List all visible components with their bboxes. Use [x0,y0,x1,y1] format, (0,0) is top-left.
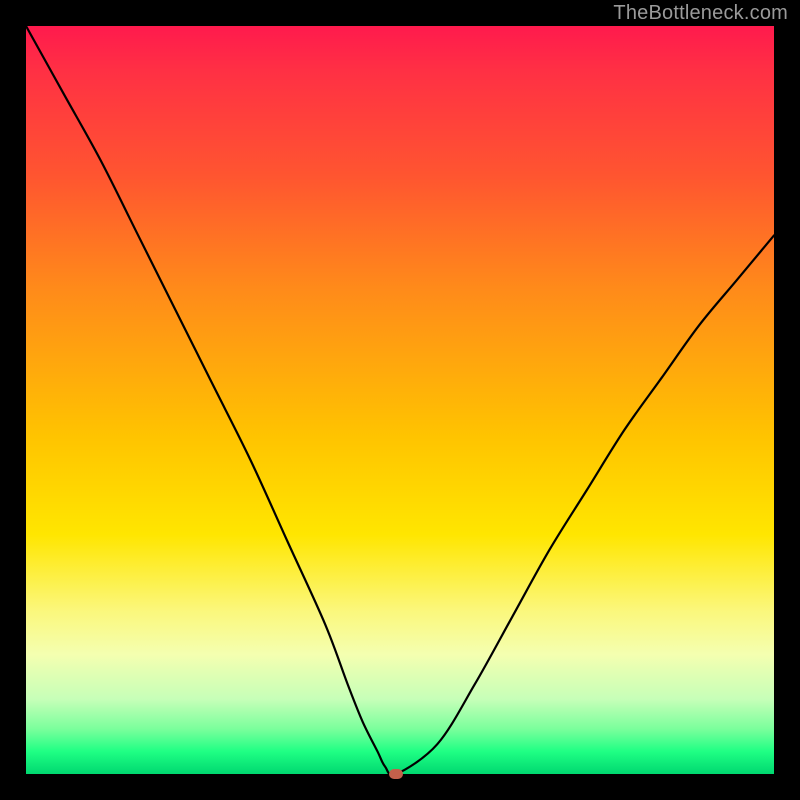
minimum-marker [389,769,403,779]
plot-area [26,26,774,774]
watermark-text: TheBottleneck.com [613,2,788,25]
chart-frame: TheBottleneck.com [0,0,800,800]
bottleneck-curve [26,26,774,774]
